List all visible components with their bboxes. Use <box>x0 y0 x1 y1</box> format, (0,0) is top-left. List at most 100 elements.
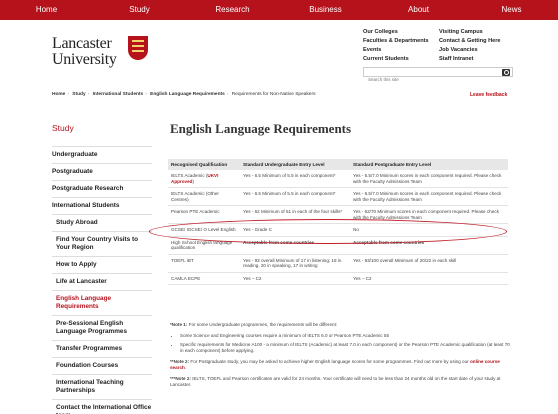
sidebar-item-english-requirements[interactable]: English Language Requirements <box>52 290 152 315</box>
nav-research[interactable]: Research <box>186 0 279 20</box>
note-1-list: Some Science and Engineering courses req… <box>180 333 510 354</box>
link-visiting-campus[interactable]: Visiting Campus <box>439 28 513 36</box>
qualification-cell: IELTS Academic (Other Centres) <box>168 187 240 206</box>
qualification-cell: IELTS Academic (UKVI Approved) <box>168 170 240 188</box>
table-header-row: Recognised Qualification Standard Underg… <box>168 159 508 170</box>
sidebar-item-pre-sessional[interactable]: Pre-Sessional English Language Programme… <box>52 315 152 340</box>
link-staff-intranet[interactable]: Staff Intranet <box>439 55 513 63</box>
postgraduate-cell: Yes – C2 <box>350 272 508 285</box>
table-row: IELTS Academic (Other Centres) Yes - 6.5… <box>168 187 508 206</box>
search-input[interactable] <box>364 75 494 84</box>
sidebar-item-postgraduate-research[interactable]: Postgraduate Research <box>52 180 152 197</box>
sidebar-item-postgraduate[interactable]: Postgraduate <box>52 163 152 180</box>
note-3-label: ***Note 2: <box>170 376 191 381</box>
postgraduate-cell: Yes - 93/100 overall Minimum of 20/22 in… <box>350 254 508 273</box>
table-row: IELTS Academic (UKVI Approved) Yes - 6.5… <box>168 170 508 188</box>
table-row: High School English language qualificati… <box>168 236 508 255</box>
note-1-label: *Note 1: <box>170 322 188 327</box>
sidebar: Study Undergraduate Postgraduate Postgra… <box>52 123 152 414</box>
undergraduate-cell: Yes - 62 Minimum of 51 in each of the fo… <box>240 205 350 224</box>
nav-news[interactable]: News <box>465 0 558 20</box>
postgraduate-cell: No <box>350 223 508 237</box>
main-content: English Language Requirements <box>170 121 515 137</box>
postgraduate-cell[interactable]: Acceptable from some countries <box>350 236 508 255</box>
crest-icon <box>128 36 148 60</box>
link-faculties[interactable]: Faculties & Departments <box>363 37 439 45</box>
undergraduate-cell: Yes - 6.5 Minimum of 5.5 in each compone… <box>240 170 350 188</box>
breadcrumb-separator-icon: › <box>67 92 69 97</box>
link-contact[interactable]: Contact & Getting Here <box>439 37 513 45</box>
qualification-cell: Pearson PTE Academic <box>168 205 240 224</box>
top-navigation: Home Study Research Business About News <box>0 0 558 20</box>
nav-study[interactable]: Study <box>93 0 186 20</box>
sidebar-item-international-students[interactable]: International Students <box>52 197 152 214</box>
logo-line-1: Lancaster <box>52 35 112 52</box>
sidebar-item-life-at-lancaster[interactable]: Life at Lancaster <box>52 273 152 290</box>
note-2-end: . <box>184 365 187 370</box>
sidebar-item-how-to-apply[interactable]: How to Apply <box>52 256 152 273</box>
nav-business[interactable]: Business <box>279 0 372 20</box>
sidebar-item-contact[interactable]: Contact the International Office team <box>52 399 152 414</box>
breadcrumb-bar: Home › Study › International Students › Eng… <box>0 88 558 107</box>
nav-about[interactable]: About <box>372 0 465 20</box>
university-logo[interactable]: Lancaster University <box>52 36 117 68</box>
table-row: Pearson PTE Academic Yes - 62 Minimum of… <box>168 205 508 224</box>
column-header: Standard Postgraduate Entry Level <box>350 159 508 170</box>
note-2-text: For Postgraduate study, you may be asked… <box>189 359 470 364</box>
breadcrumb-separator-icon: › <box>87 92 90 97</box>
note-2-label: **Note 2: <box>170 359 190 364</box>
qualification-suffix: ) <box>192 178 194 184</box>
qualification-cell: High School English language qualificati… <box>168 236 240 255</box>
note-3: ***Note 2: IELTS, TOEFL and Pearson cert… <box>170 376 510 388</box>
qualification-cell: CAMLA ECPE <box>168 272 240 285</box>
breadcrumb-separator-icon: › <box>145 92 147 97</box>
search-box <box>363 67 513 84</box>
list-item: Some Science and Engineering courses req… <box>180 333 510 339</box>
table-row: GCSE/ IGCSE/ O Level English Yes - Grade… <box>168 223 508 237</box>
nav-home[interactable]: Home <box>0 0 93 20</box>
qualification-cell: TOEFL iBT <box>168 254 240 273</box>
leave-feedback-link[interactable]: Leave feedback <box>470 92 507 98</box>
postgraduate-cell: Yes - 6.5/7.0 Minimum scores in each com… <box>350 187 508 206</box>
undergraduate-cell: Yes - 93 overall Minimum of 17 in listen… <box>240 254 350 273</box>
undergraduate-cell: Yes – C2 <box>240 272 350 285</box>
logo-line-2: University <box>52 51 117 68</box>
link-our-colleges[interactable]: Our Colleges <box>363 28 439 36</box>
breadcrumb-study[interactable]: Study <box>72 92 85 97</box>
note-2: **Note 2: For Postgraduate study, you ma… <box>170 359 510 371</box>
search-icon[interactable] <box>502 69 510 76</box>
site-header: Lancaster University Our Colleges Visiti… <box>0 20 558 84</box>
undergraduate-cell: Yes - Grade C <box>240 223 350 237</box>
breadcrumb-current: Requirements for Non-Native Speakers <box>231 92 316 97</box>
sidebar-item-transfer[interactable]: Transfer Programmes <box>52 340 152 357</box>
sidebar-title[interactable]: Study <box>52 123 152 133</box>
sidebar-item-find-your-country[interactable]: Find Your Country Visits to Your Region <box>52 231 152 256</box>
notes-section: *Note 1: For some Undergraduate programm… <box>170 322 510 393</box>
sidebar-item-undergraduate[interactable]: Undergraduate <box>52 146 152 163</box>
breadcrumb-international[interactable]: International Students <box>93 92 144 97</box>
quick-links: Our Colleges Visiting Campus Faculties &… <box>363 28 513 63</box>
postgraduate-cell: Yes - 62/70 Minimum scores in each compo… <box>350 205 508 224</box>
page-title: English Language Requirements <box>170 121 352 136</box>
column-header: Standard Undergraduate Entry Level <box>240 159 350 170</box>
qualification-cell: GCSE/ IGCSE/ O Level English <box>168 223 240 237</box>
postgraduate-cell: Yes - 6.5/7.0 Minimum scores in each com… <box>350 170 508 188</box>
column-header: Recognised Qualification <box>168 159 240 170</box>
link-current-students[interactable]: Current Students <box>363 55 439 63</box>
note-1: *Note 1: For some Undergraduate programm… <box>170 322 510 328</box>
breadcrumb-home[interactable]: Home <box>52 92 65 97</box>
sidebar-item-teaching-partnerships[interactable]: International Teaching Partnerships <box>52 374 152 399</box>
breadcrumb-english-requirements[interactable]: English Language Requirements <box>150 92 225 97</box>
qualification-prefix: IELTS Academic ( <box>171 173 208 178</box>
undergraduate-cell[interactable]: Acceptable from some countries <box>240 236 350 255</box>
breadcrumb: Home › Study › International Students › Eng… <box>52 92 342 98</box>
requirements-table: Recognised Qualification Standard Underg… <box>168 159 508 285</box>
undergraduate-cell: Yes - 6.5 Minimum of 5.5 in each compone… <box>240 187 350 206</box>
note-3-text: IELTS, TOEFL and Pearson certificates ar… <box>170 376 501 387</box>
sidebar-item-foundation[interactable]: Foundation Courses <box>52 357 152 374</box>
breadcrumb-separator-icon: › <box>226 92 229 97</box>
link-job-vacancies[interactable]: Job Vacancies <box>439 46 513 54</box>
sidebar-item-study-abroad[interactable]: Study Abroad <box>52 214 152 231</box>
table-row: TOEFL iBT Yes - 93 overall Minimum of 17… <box>168 254 508 273</box>
link-events[interactable]: Events <box>363 46 439 54</box>
